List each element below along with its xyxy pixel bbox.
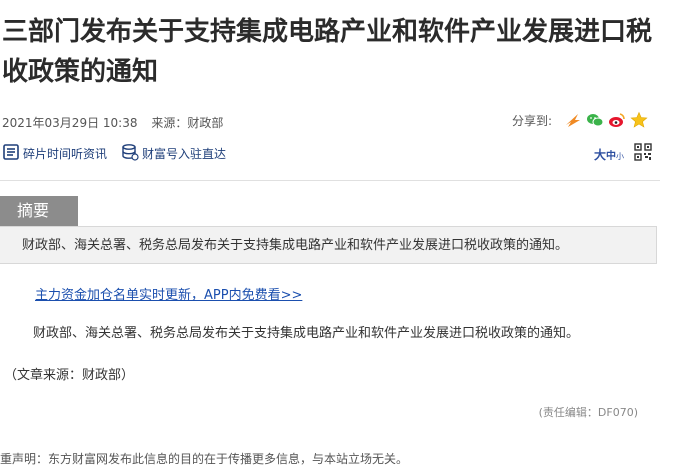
database-stack-icon <box>121 143 142 164</box>
font-size-small[interactable]: 小 <box>616 152 624 161</box>
header-divider <box>0 180 660 181</box>
font-size-big[interactable]: 大 <box>594 148 606 162</box>
qr-code-icon[interactable] <box>634 143 652 161</box>
font-size-mid[interactable]: 中 <box>606 151 616 162</box>
article-title: 三部门发布关于支持集成电路产业和软件产业发展进口税收政策的通知 <box>2 17 653 87</box>
font-size-toggle[interactable]: 大中小 <box>594 146 624 163</box>
disclaimer: 重声明：东方财富网发布此信息的目的在于传播更多信息，与本站立场无关。 <box>0 452 409 466</box>
promo-link[interactable]: 主力资金加仓名单实时更新，APP内免费看>> <box>35 284 302 303</box>
share-label: 分享到: <box>511 113 552 128</box>
share-bar: 分享到: <box>512 111 648 129</box>
wechat-icon[interactable] <box>586 111 604 129</box>
article-source-label: 来源：财政部 <box>151 116 224 130</box>
listen-news-label: 碎片时间听资讯 <box>23 146 108 161</box>
responsible-editor: (责任编辑：DF070) <box>538 406 638 419</box>
sina-weibo-icon[interactable] <box>608 111 626 129</box>
subscribe-button[interactable]: 财富号入驻直达 <box>121 143 226 164</box>
article-body-paragraph: 财政部、海关总署、税务总局发布关于支持集成电路产业和软件产业发展进口税收政策的通… <box>33 326 580 341</box>
subscribe-label: 财富号入驻直达 <box>142 146 227 161</box>
article-page: 三部门发布关于支持集成电路产业和软件产业发展进口税收政策的通知 2021年03月… <box>0 0 678 474</box>
summary-text: 财政部、海关总署、税务总局发布关于支持集成电路产业和软件产业发展进口税收政策的通… <box>0 226 657 264</box>
article-meta: 2021年03月29日 10:38 来源：财政部 <box>2 114 223 131</box>
article-source: （文章来源：财政部） <box>4 368 135 383</box>
publish-datetime: 2021年03月29日 10:38 <box>2 116 138 130</box>
summary-tab: 摘要 <box>0 196 78 226</box>
headphone-list-icon <box>2 143 23 164</box>
article-tools: 碎片时间听资讯 财富号入驻直达 <box>2 143 240 164</box>
weibo-arrow-icon[interactable] <box>564 111 582 129</box>
favorite-star-icon[interactable] <box>630 111 648 129</box>
listen-news-button[interactable]: 碎片时间听资讯 <box>2 143 107 164</box>
